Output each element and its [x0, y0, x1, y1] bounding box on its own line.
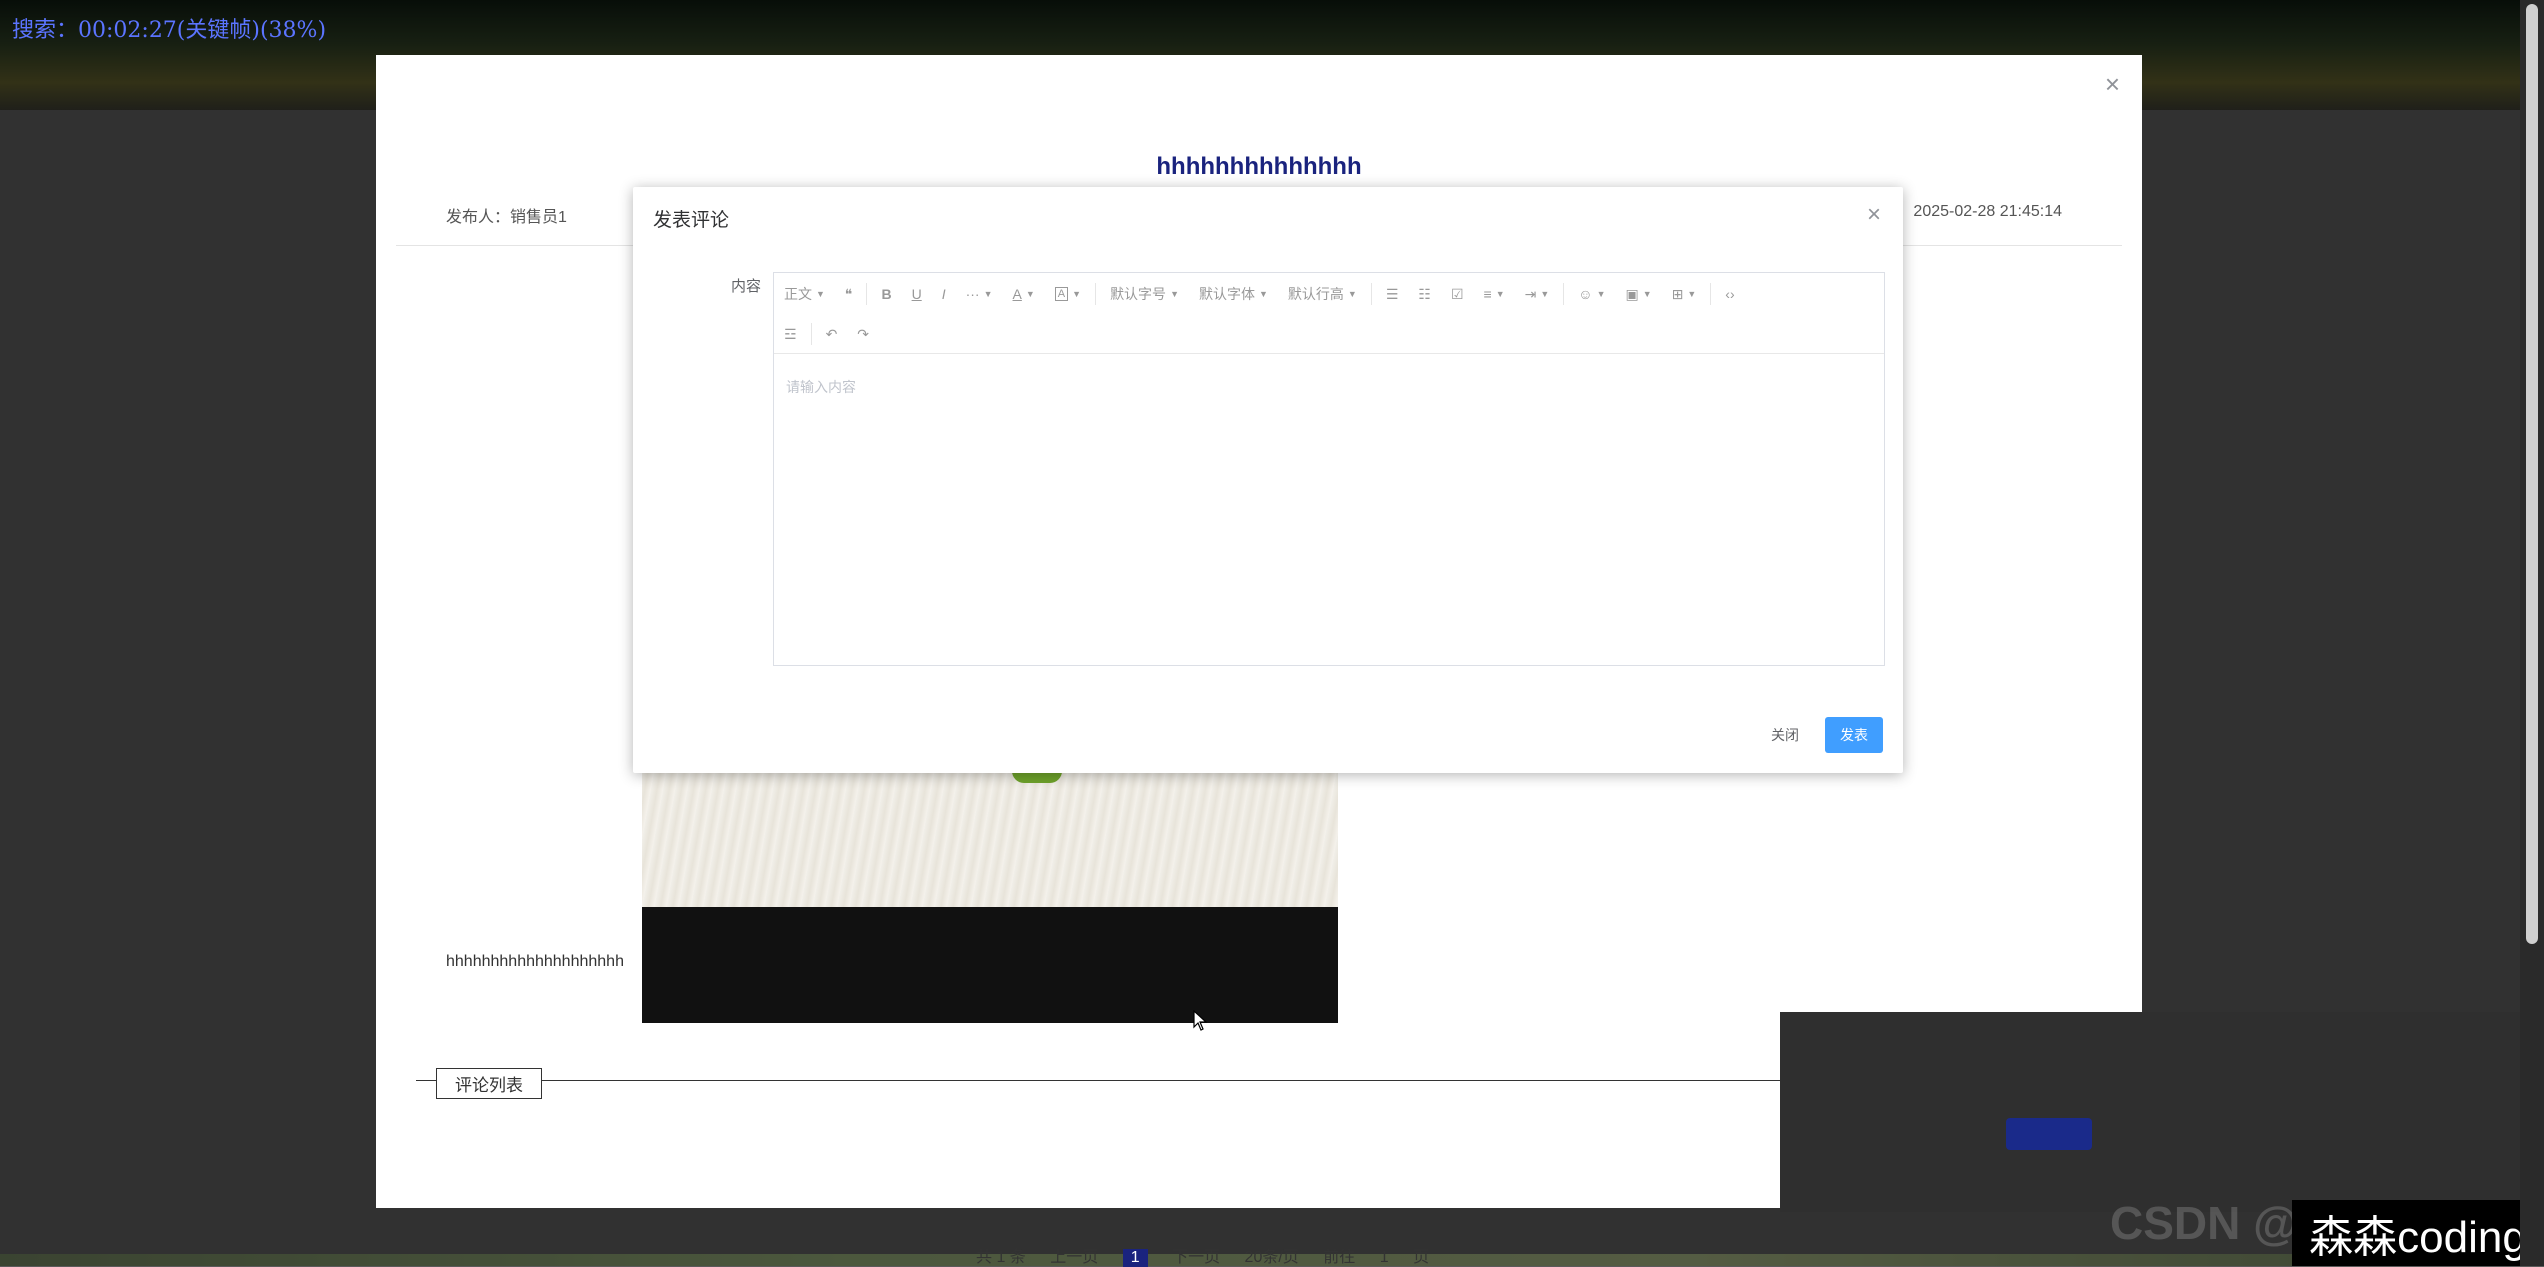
chevron-down-icon: ▼	[1495, 289, 1505, 299]
toolbar-line-height-button[interactable]: 默认行高 ▼	[1278, 279, 1367, 309]
toolbar-quote-icon: ❝	[844, 285, 853, 302]
toolbar-quote-button[interactable]: ❝	[835, 279, 863, 309]
brand-watermark: 森森coding	[2292, 1200, 2544, 1266]
toolbar-more-styles-icon: ···	[965, 286, 980, 302]
toolbar-code-block-button[interactable]: ‹›	[1715, 279, 1744, 309]
rich-text-editor: 正文 ▼ ❝ B U I ··· ▼ A ▼ A ▼ 默认字号 ▼ 默认字体 ▼ 默认行高 ▼ ☰ ☷ ☑ ≡ ▼ ⇥ ▼ ☺ ▼ ▣…	[773, 272, 1885, 666]
toolbar-bulleted-list-icon: ☰	[1385, 285, 1399, 302]
toolbar-emotion-button[interactable]: ☺ ▼	[1568, 279, 1615, 309]
toolbar-underline-button[interactable]: U	[902, 279, 932, 309]
submit-button[interactable]: 发表	[1825, 717, 1883, 753]
toolbar-separator	[1710, 283, 1712, 305]
toolbar-insert-image-icon: ▣	[1625, 285, 1639, 302]
toolbar-italic-icon: I	[941, 286, 946, 302]
toolbar-bold-icon: B	[881, 286, 892, 302]
toolbar-emotion-icon: ☺	[1578, 286, 1593, 302]
toolbar-align-icon: ≡	[1483, 286, 1492, 302]
toolbar-paragraph-format-icon: 正文	[784, 286, 812, 302]
chevron-down-icon: ▼	[1687, 289, 1697, 299]
toolbar-divider-icon: ☲	[784, 325, 797, 342]
scrollbar-thumb[interactable]	[2526, 4, 2538, 944]
toolbar-divider-button[interactable]: ☲	[774, 319, 807, 349]
comment-dialog: 发表评论 × 内容 正文 ▼ ❝ B U I ··· ▼ A ▼ A ▼ 默认字号 ▼ 默认字体 ▼ 默认行高 ▼…	[633, 187, 1903, 773]
toolbar-more-styles-button[interactable]: ··· ▼	[956, 279, 1003, 309]
toolbar-font-size-icon: 默认字号	[1110, 286, 1167, 302]
chevron-down-icon: ▼	[1170, 289, 1179, 299]
dialog-close-icon[interactable]: ×	[1867, 201, 1881, 229]
toolbar-undo-button[interactable]: ↶	[816, 319, 848, 349]
toolbar-todo-icon: ☑	[1450, 285, 1464, 302]
toolbar-font-family-icon: 默认字体	[1198, 286, 1255, 302]
page-scrollbar[interactable]	[2520, 0, 2544, 1266]
toolbar-undo-icon: ↶	[825, 325, 838, 342]
toolbar-underline-icon: U	[911, 286, 922, 302]
toolbar-separator	[1563, 283, 1565, 305]
toolbar-separator	[1095, 283, 1097, 305]
search-status-text: 搜索：00:02:27(关键帧)(38%)	[12, 18, 327, 43]
chevron-down-icon: ▼	[1072, 289, 1082, 299]
toolbar-row-2: ☲ ↶ ↷	[774, 315, 879, 353]
toolbar-align-button[interactable]: ≡ ▼	[1474, 279, 1515, 309]
toolbar-separator	[1370, 283, 1372, 305]
chevron-down-icon: ▼	[983, 289, 993, 299]
close-button[interactable]: 关闭	[1757, 719, 1813, 751]
toolbar-numbered-list-icon: ☷	[1418, 285, 1431, 302]
toolbar-indent-icon: ⇥	[1524, 285, 1537, 302]
toolbar-font-color-button[interactable]: A ▼	[1003, 279, 1045, 309]
toolbar-code-block-icon: ‹›	[1725, 286, 1735, 302]
chevron-down-icon: ▼	[1596, 289, 1606, 299]
dialog-footer: 关闭 发表	[1757, 717, 1883, 753]
toolbar-numbered-list-button[interactable]: ☷	[1408, 279, 1441, 309]
editor-toolbar: 正文 ▼ ❝ B U I ··· ▼ A ▼ A ▼ 默认字号 ▼ 默认字体 ▼ 默认行高 ▼ ☰ ☷ ☑ ≡ ▼ ⇥ ▼ ☺ ▼ ▣…	[774, 273, 1884, 354]
chevron-down-icon: ▼	[1642, 289, 1652, 299]
toolbar-bold-button[interactable]: B	[871, 279, 901, 309]
toolbar-insert-table-button[interactable]: ⊞ ▼	[1662, 279, 1707, 309]
dialog-title: 发表评论	[653, 210, 730, 231]
editor-placeholder[interactable]: 请输入内容	[786, 377, 856, 397]
mouse-cursor-icon	[1193, 1010, 1208, 1031]
toolbar-insert-table-icon: ⊞	[1671, 285, 1684, 302]
chevron-down-icon: ▼	[1347, 289, 1357, 299]
toolbar-insert-image-button[interactable]: ▣ ▼	[1615, 279, 1661, 309]
toolbar-paragraph-format-button[interactable]: 正文 ▼	[774, 279, 835, 309]
chevron-down-icon: ▼	[816, 289, 825, 299]
toolbar-background-color-button[interactable]: A ▼	[1045, 279, 1091, 309]
toolbar-font-color-icon: A	[1012, 286, 1022, 302]
toolbar-separator	[866, 283, 868, 305]
toolbar-todo-button[interactable]: ☑	[1441, 279, 1474, 309]
chevron-down-icon: ▼	[1025, 289, 1035, 299]
toolbar-indent-button[interactable]: ⇥ ▼	[1515, 279, 1560, 309]
toolbar-line-height-icon: 默认行高	[1287, 286, 1344, 302]
toolbar-font-size-button[interactable]: 默认字号 ▼	[1100, 279, 1189, 309]
toolbar-redo-icon: ↷	[857, 325, 870, 342]
toolbar-bulleted-list-button[interactable]: ☰	[1376, 279, 1409, 309]
toolbar-background-color-icon: A	[1054, 287, 1069, 301]
toolbar-separator	[810, 323, 812, 345]
chevron-down-icon: ▼	[1258, 289, 1268, 299]
toolbar-italic-button[interactable]: I	[932, 279, 956, 309]
csdn-watermark: CSDN @	[2110, 1197, 2298, 1249]
toolbar-font-family-button[interactable]: 默认字体 ▼	[1189, 279, 1278, 309]
chevron-down-icon: ▼	[1540, 289, 1550, 299]
content-field-label: 内容	[731, 278, 762, 295]
toolbar-redo-button[interactable]: ↷	[847, 319, 879, 349]
toolbar-row-1: 正文 ▼ ❝ B U I ··· ▼ A ▼ A ▼ 默认字号 ▼ 默认字体 ▼ 默认行高 ▼ ☰ ☷ ☑ ≡ ▼ ⇥ ▼ ☺ ▼ ▣…	[774, 275, 1745, 313]
